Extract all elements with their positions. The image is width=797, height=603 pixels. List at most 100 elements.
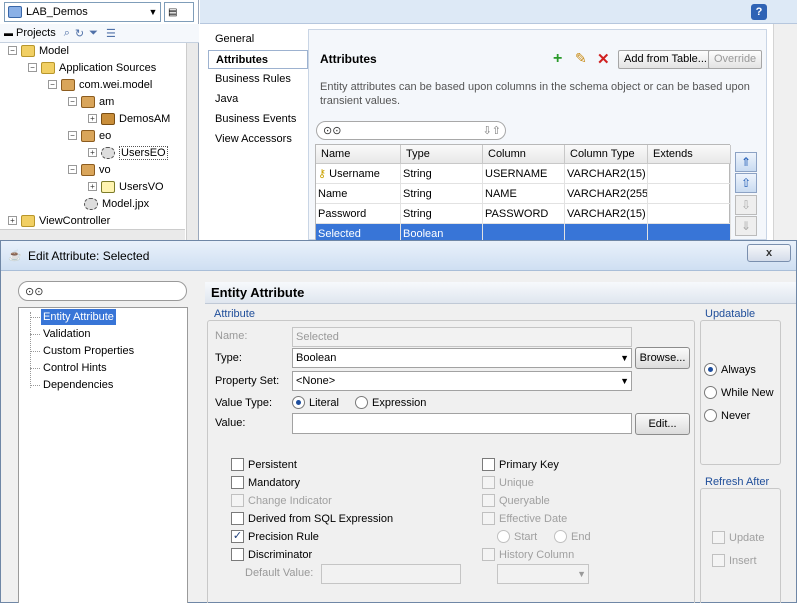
vertical-scrollbar[interactable] — [186, 43, 198, 240]
tree-node-am[interactable]: − am — [68, 93, 114, 110]
refresh-insert-checkbox[interactable]: Insert — [712, 554, 757, 567]
expand-expander[interactable]: + — [8, 216, 17, 225]
tree-node-model-jpx[interactable]: Model.jpx — [84, 195, 149, 212]
default-value-field[interactable] — [321, 564, 461, 584]
collapse-icon[interactable]: ▬ — [4, 28, 13, 38]
collapse-expander[interactable]: − — [48, 80, 57, 89]
type-select[interactable]: Boolean ▼ — [292, 348, 632, 368]
help-icon[interactable]: ? — [751, 4, 767, 20]
collapse-expander[interactable]: − — [68, 165, 77, 174]
attribute-search-input[interactable]: ⊙⊙ ⇩⇧ — [316, 121, 506, 140]
queryable-checkbox[interactable]: Queryable — [482, 494, 550, 507]
radio-label: Literal — [309, 396, 339, 409]
tree-node-users-eo[interactable]: + UsersEO — [88, 144, 168, 161]
move-bottom-button[interactable]: ⇓ — [735, 216, 757, 236]
property-set-value: <None> — [296, 375, 336, 387]
application-navigator: LAB_Demos ▼ ▤ ▬ Projects ⌕ ↻ ⏷ ☰ − Model … — [0, 0, 199, 240]
mandatory-checkbox[interactable]: Mandatory — [231, 476, 300, 489]
while-new-radio[interactable]: While New — [704, 386, 774, 399]
nav-custom-properties[interactable]: Custom Properties — [41, 343, 136, 359]
unique-checkbox[interactable]: Unique — [482, 476, 534, 489]
nav-validation[interactable]: Validation — [41, 326, 93, 342]
add-icon[interactable]: + — [553, 50, 562, 68]
search-icon[interactable]: ⌕ — [64, 27, 70, 40]
start-radio[interactable]: Start — [497, 530, 537, 543]
history-column-select[interactable]: ▼ — [497, 564, 589, 584]
settings-icon[interactable]: ☰ — [106, 27, 116, 40]
nav-control-hints[interactable]: Control Hints — [41, 360, 109, 376]
expand-expander[interactable]: + — [88, 148, 97, 157]
edit-pencil-icon[interactable]: ✎ — [575, 50, 587, 67]
checkbox-label: Effective Date — [499, 512, 568, 525]
tree-node-application-sources[interactable]: − Application Sources — [28, 59, 156, 76]
expression-radio[interactable]: Expression — [355, 396, 426, 409]
checkbox-label: Insert — [729, 554, 757, 567]
override-button[interactable]: Override — [708, 50, 763, 69]
application-module-icon — [101, 112, 115, 125]
collapse-expander[interactable]: − — [68, 131, 77, 140]
nav-general[interactable]: General — [208, 30, 308, 49]
property-set-select[interactable]: <None> ▼ — [292, 371, 632, 391]
edit-button[interactable]: Edit... — [635, 413, 690, 435]
expand-expander[interactable]: + — [88, 114, 97, 123]
col-header-name[interactable]: Name — [316, 145, 401, 164]
delete-icon[interactable]: ✕ — [597, 50, 610, 68]
value-input[interactable] — [292, 413, 632, 434]
derived-sql-checkbox[interactable]: Derived from SQL Expression — [231, 512, 393, 525]
history-column-checkbox[interactable]: History Column — [482, 548, 574, 561]
nav-dependencies[interactable]: Dependencies — [41, 377, 115, 393]
name-field[interactable]: Selected — [292, 327, 632, 347]
col-header-type[interactable]: Type — [401, 145, 483, 164]
col-header-column-type[interactable]: Column Type — [565, 145, 648, 164]
always-radio[interactable]: Always — [704, 363, 756, 376]
nav-java[interactable]: Java — [208, 90, 308, 109]
tree-node-view-controller[interactable]: + ViewController — [8, 212, 110, 229]
chevron-down-icon: ▼ — [620, 353, 629, 363]
change-indicator-checkbox[interactable]: Change Indicator — [231, 494, 332, 507]
move-up-button[interactable]: ⇧ — [735, 173, 757, 193]
tree-node-users-vo[interactable]: + UsersVO — [88, 178, 164, 195]
horizontal-scrollbar[interactable] — [0, 229, 185, 240]
literal-radio[interactable]: Literal — [292, 396, 339, 409]
never-radio[interactable]: Never — [704, 409, 750, 422]
editor-scrollbar[interactable] — [773, 24, 797, 240]
tree-node-package[interactable]: − com.wei.model — [48, 76, 152, 93]
collapse-expander[interactable]: − — [28, 63, 37, 72]
tree-label: UsersVO — [119, 180, 164, 193]
checkbox-label: Update — [729, 531, 765, 544]
tree-node-vo[interactable]: − vo — [68, 161, 111, 178]
dialog-search-input[interactable]: ⊙⊙ — [18, 281, 187, 301]
persistent-checkbox[interactable]: Persistent — [231, 458, 297, 471]
refresh-update-checkbox[interactable]: Update — [712, 531, 764, 544]
precision-rule-checkbox[interactable]: ✓ Precision Rule — [231, 530, 319, 543]
close-button[interactable]: x — [747, 244, 791, 262]
tree-node-eo[interactable]: − eo — [68, 127, 111, 144]
collapse-expander[interactable]: − — [68, 97, 77, 106]
filter-icon[interactable]: ⏷ — [89, 27, 98, 40]
nav-view-accessors[interactable]: View Accessors — [208, 130, 308, 149]
nav-business-events[interactable]: Business Events — [208, 110, 308, 129]
effective-date-checkbox[interactable]: Effective Date — [482, 512, 567, 525]
collapse-expander[interactable]: − — [8, 46, 17, 55]
expand-expander[interactable]: + — [88, 182, 97, 191]
move-top-button[interactable]: ⇑ — [735, 152, 757, 172]
cell-type: String — [401, 184, 483, 204]
move-down-button[interactable]: ⇩ — [735, 195, 757, 215]
discriminator-checkbox[interactable]: Discriminator — [231, 548, 312, 561]
browse-button[interactable]: Browse... — [635, 347, 690, 369]
tree-node-demos-am[interactable]: + DemosAM — [88, 110, 170, 127]
sort-icon[interactable]: ⇩⇧ — [483, 124, 501, 137]
nav-entity-attribute[interactable]: Entity Attribute — [41, 309, 116, 325]
col-header-column[interactable]: Column — [483, 145, 565, 164]
nav-business-rules[interactable]: Business Rules — [208, 70, 308, 89]
col-header-extends[interactable]: Extends — [648, 145, 731, 164]
application-selector[interactable]: LAB_Demos ▼ — [4, 2, 161, 22]
primary-key-checkbox[interactable]: Primary Key — [482, 458, 559, 471]
refresh-icon[interactable]: ↻ — [75, 27, 84, 40]
tree-node-model[interactable]: − Model — [8, 42, 69, 59]
projects-tab[interactable]: Projects — [16, 27, 56, 39]
end-radio[interactable]: End — [554, 530, 591, 543]
nav-attributes[interactable]: Attributes — [208, 50, 308, 69]
app-menu-button[interactable]: ▤ — [164, 2, 194, 22]
add-from-table-button[interactable]: Add from Table... — [618, 50, 713, 69]
